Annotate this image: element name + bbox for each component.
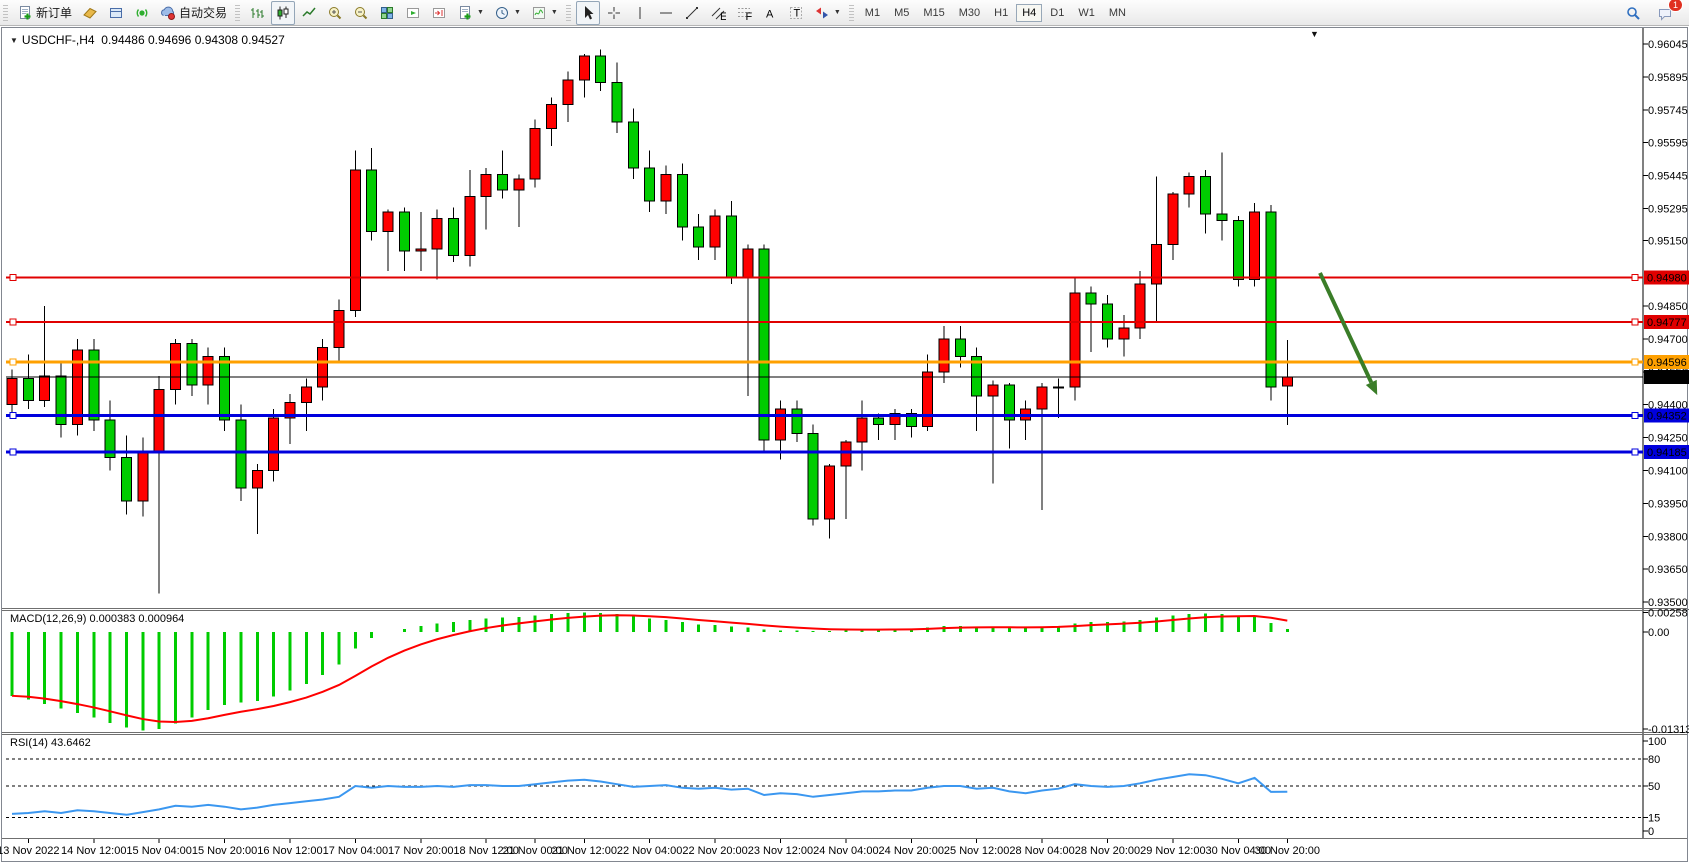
line-handle[interactable] (10, 275, 16, 281)
svg-text:0.93650: 0.93650 (1648, 564, 1688, 576)
svg-text:0.95445: 0.95445 (1648, 171, 1688, 183)
svg-text:22 Nov 20:00: 22 Nov 20:00 (682, 845, 747, 857)
chart-symbol-period: USDCHF-,H4 (22, 33, 95, 47)
chart-title: ▼ USDCHF-,H4 0.94486 0.94696 0.94308 0.94… (10, 33, 285, 47)
macd-values: 0.000383 0.000964 (89, 613, 184, 625)
svg-text:0.94185: 0.94185 (1647, 447, 1687, 459)
price-level-badge: 0.94596 (1644, 355, 1689, 369)
svg-text:21 Nov 12:00: 21 Nov 12:00 (552, 845, 617, 857)
svg-text:0.94596: 0.94596 (1647, 357, 1687, 369)
svg-text:22 Nov 04:00: 22 Nov 04:00 (617, 845, 682, 857)
svg-text:24 Nov 04:00: 24 Nov 04:00 (813, 845, 878, 857)
svg-text:15 Nov 20:00: 15 Nov 20:00 (192, 845, 257, 857)
svg-text:0.95150: 0.95150 (1648, 235, 1688, 247)
line-handle[interactable] (1632, 275, 1638, 281)
svg-text:0.95895: 0.95895 (1648, 72, 1688, 84)
macd-pane-label: MACD(12,26,9) 0.000383 0.000964 (10, 613, 184, 625)
svg-text:0.95295: 0.95295 (1648, 203, 1688, 215)
svg-text:50: 50 (1648, 781, 1660, 793)
svg-text:0.96045: 0.96045 (1648, 39, 1688, 51)
svg-text:24 Nov 20:00: 24 Nov 20:00 (879, 845, 944, 857)
svg-text:25 Nov 12:00: 25 Nov 12:00 (944, 845, 1009, 857)
price-level-badge: 0.94980 (1644, 271, 1689, 285)
svg-text:0.94250: 0.94250 (1648, 433, 1688, 445)
svg-text:0: 0 (1648, 826, 1654, 838)
svg-text:0.94980: 0.94980 (1647, 273, 1687, 285)
svg-text:-0.013133: -0.013133 (1648, 724, 1689, 736)
chart-window-menu-icon[interactable]: ▼ (1310, 29, 1319, 39)
rsi-value: 43.6462 (51, 737, 91, 749)
svg-text:23 Nov 12:00: 23 Nov 12:00 (748, 845, 813, 857)
svg-text:16 Nov 12:00: 16 Nov 12:00 (257, 845, 322, 857)
svg-text:14 Nov 12:00: 14 Nov 12:00 (61, 845, 126, 857)
svg-text:0.93800: 0.93800 (1648, 531, 1688, 543)
svg-text:0.95745: 0.95745 (1648, 105, 1688, 117)
svg-text:0.002587: 0.002587 (1648, 608, 1689, 620)
svg-text:13 Nov 2022: 13 Nov 2022 (0, 845, 60, 857)
svg-text:15: 15 (1648, 813, 1660, 825)
rsi-pane-label: RSI(14) 43.6462 (10, 737, 91, 749)
line-handle[interactable] (10, 412, 16, 418)
svg-text:80: 80 (1648, 754, 1660, 766)
chart-ohlc-values: 0.94486 0.94696 0.94308 0.94527 (101, 33, 285, 47)
svg-text:0.00: 0.00 (1648, 627, 1669, 639)
svg-text:17 Nov 04:00: 17 Nov 04:00 (323, 845, 388, 857)
svg-text:0.93950: 0.93950 (1648, 498, 1688, 510)
svg-text:29 Nov 12:00: 29 Nov 12:00 (1140, 845, 1205, 857)
svg-text:0.94850: 0.94850 (1648, 301, 1688, 313)
svg-text:0.94100: 0.94100 (1648, 466, 1688, 478)
price-level-badge: 0.94185 (1644, 445, 1689, 459)
chart-title-triangle-icon[interactable]: ▼ (10, 36, 18, 45)
svg-text:0.94352: 0.94352 (1647, 410, 1687, 422)
chart-canvas[interactable]: 0.96045 0.95895 0.95745 0.95595 0.95445 0.952… (0, 0, 1689, 862)
svg-text:0.94527: 0.94527 (1647, 372, 1687, 384)
line-handle[interactable] (10, 319, 16, 325)
line-handle[interactable] (10, 449, 16, 455)
line-handle[interactable] (1632, 412, 1638, 418)
line-handle[interactable] (1632, 319, 1638, 325)
svg-text:0.95595: 0.95595 (1648, 138, 1688, 150)
svg-text:0.94777: 0.94777 (1647, 317, 1687, 329)
svg-text:0.94700: 0.94700 (1648, 334, 1688, 346)
svg-text:100: 100 (1648, 736, 1666, 748)
svg-text:28 Nov 20:00: 28 Nov 20:00 (1075, 845, 1140, 857)
svg-text:15 Nov 04:00: 15 Nov 04:00 (126, 845, 191, 857)
line-handle[interactable] (1632, 359, 1638, 365)
svg-text:17 Nov 20:00: 17 Nov 20:00 (388, 845, 453, 857)
price-level-badge: 0.94352 (1644, 408, 1689, 422)
price-level-badge: 0.94777 (1644, 315, 1689, 329)
svg-text:28 Nov 04:00: 28 Nov 04:00 (1009, 845, 1074, 857)
line-handle[interactable] (10, 359, 16, 365)
svg-text:30 Nov 20:00: 30 Nov 20:00 (1255, 845, 1320, 857)
bid-price-badge: 0.94527 (1644, 370, 1689, 384)
line-handle[interactable] (1632, 449, 1638, 455)
